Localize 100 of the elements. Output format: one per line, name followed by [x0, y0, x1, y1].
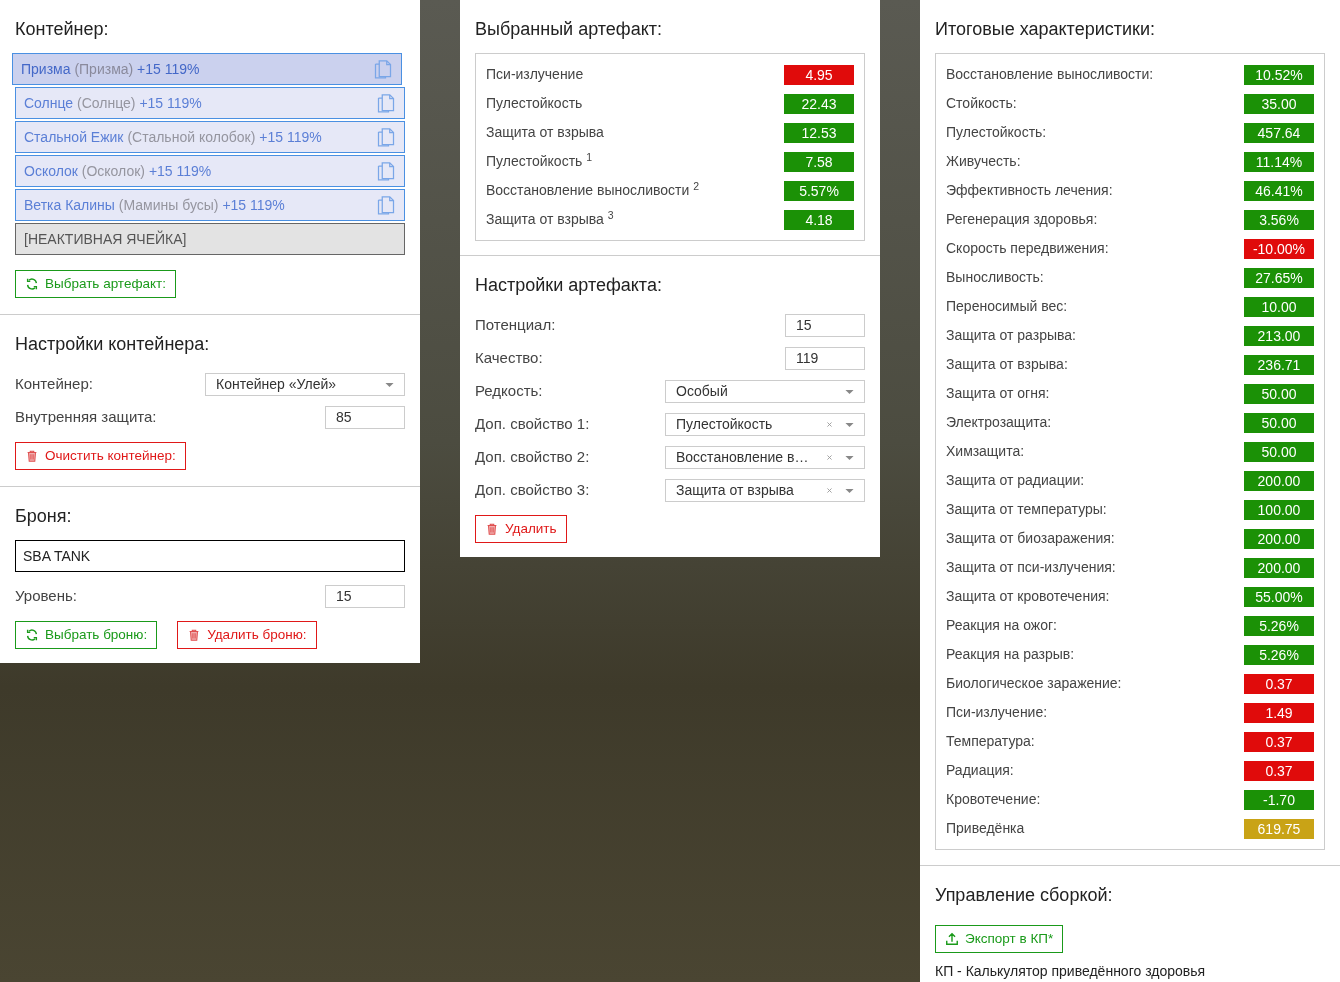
section-title: Итоговые характеристики:: [935, 18, 1156, 41]
stat-value: 4.95: [784, 64, 854, 85]
number-field[interactable]: 85: [325, 406, 405, 429]
stat-label: Переносимый вес:: [946, 297, 1068, 316]
trash-icon: [25, 449, 39, 463]
stat-value: 7.58: [784, 151, 854, 172]
field-label: Контейнер:: [15, 374, 93, 395]
stat-value: 100.00: [1244, 499, 1314, 520]
copy-icon: [373, 59, 393, 79]
stat-label: Восстановление выносливости:: [946, 65, 1154, 84]
choose-button[interactable]: Выбрать броню:: [15, 621, 158, 649]
stat-value: 46.41%: [1244, 180, 1314, 201]
stat-value: 5.26%: [1244, 615, 1314, 636]
stat-value: 0.37: [1244, 731, 1314, 752]
refresh-icon: [25, 277, 39, 291]
stat-label: Биологическое заражение:: [946, 674, 1122, 693]
stat-value: 619.75: [1244, 818, 1314, 839]
copy-icon: [376, 93, 396, 113]
stat-label: Защита от разрыва:: [946, 326, 1076, 345]
stat-value: 50.00: [1244, 383, 1314, 404]
artifact-slot[interactable]: Стальной Ежик (Стальной колобок) +15 119%: [15, 121, 405, 153]
number-field[interactable]: 15: [785, 314, 865, 337]
delete-button[interactable]: Удалить: [475, 515, 567, 543]
stat-label: Пси-излучение:: [946, 703, 1048, 722]
stat-value: 35.00: [1244, 93, 1314, 114]
stat-value: 3.56%: [1244, 209, 1314, 230]
stat-value: 5.26%: [1244, 644, 1314, 665]
copy-icon: [376, 127, 396, 147]
stat-value: 22.43: [784, 93, 854, 114]
stat-value: 1.49: [1244, 702, 1314, 723]
stat-value: 200.00: [1244, 557, 1314, 578]
refresh-icon: [25, 628, 39, 642]
stat-label: Реакция на разрыв:: [946, 645, 1075, 664]
stat-label: Пулестойкость $^{1}$: [486, 151, 593, 171]
stat-label: Температура:: [946, 732, 1035, 751]
section-title: Настройки контейнера:: [15, 333, 211, 356]
stat-label: Эффективность лечения:: [946, 181, 1113, 200]
armor-field[interactable]: SBA TANK: [15, 540, 405, 572]
section-title: Контейнер:: [15, 18, 110, 41]
stat-value: -10.00%: [1244, 238, 1314, 259]
artifact-slot[interactable]: Ветка Калины (Мамины бусы) +15 119%: [15, 189, 405, 221]
delete-button[interactable]: Очистить контейнер:: [15, 442, 186, 470]
section-title: Выбранный артефакт:: [475, 18, 663, 41]
stat-label: Электрозащита:: [946, 413, 1052, 432]
dropdown[interactable]: Пулестойкость: [665, 413, 865, 436]
stat-label: Реакция на ожог:: [946, 616, 1057, 635]
number-field[interactable]: 15: [325, 585, 405, 608]
slot-label: Солнце (Солнце) +15 119%: [24, 93, 202, 113]
copy-icon: [376, 195, 396, 215]
number-field[interactable]: 119: [785, 347, 865, 370]
field-label: Уровень:: [15, 586, 77, 607]
stat-label: Выносливость:: [946, 268, 1044, 287]
stat-value: 0.37: [1244, 673, 1314, 694]
stat-value: 200.00: [1244, 528, 1314, 549]
slot-label: Стальной Ежик (Стальной колобок) +15 119%: [24, 127, 322, 147]
stat-value: 50.00: [1244, 441, 1314, 462]
stat-label: Защита от пси-излучения:: [946, 558, 1116, 577]
clear-icon: [824, 419, 835, 430]
delete-button[interactable]: Удалить броню:: [177, 621, 317, 649]
clear-icon: [824, 452, 835, 463]
stat-value: 10.00: [1244, 296, 1314, 317]
stat-value: 50.00: [1244, 412, 1314, 433]
stat-label: Защита от кровотечения:: [946, 587, 1110, 606]
artifact-slot[interactable]: Осколок (Осколок) +15 119%: [15, 155, 405, 187]
stat-label: Скорость передвижения:: [946, 239, 1109, 258]
section-title: Управление сборкой:: [935, 884, 1114, 907]
stat-value: 10.52%: [1244, 64, 1314, 85]
stat-label: Пулестойкость: [486, 94, 583, 113]
dropdown[interactable]: Контейнер «Улей»: [205, 373, 405, 396]
stat-value: 5.57%: [784, 180, 854, 201]
stat-label: Приведёнка: [946, 819, 1025, 838]
stat-label: Защита от взрыва: [486, 123, 604, 142]
copy-icon: [376, 161, 396, 181]
stat-value: 27.65%: [1244, 267, 1314, 288]
dropdown[interactable]: Особый: [665, 380, 865, 403]
stat-label: Радиация:: [946, 761, 1014, 780]
field-label: Внутренняя защита:: [15, 407, 157, 428]
stat-label: Регенерация здоровья:: [946, 210, 1098, 229]
artifact-slot[interactable]: Солнце (Солнце) +15 119%: [15, 87, 405, 119]
stat-value: 0.37: [1244, 760, 1314, 781]
stat-label: Пси-излучение: [486, 65, 584, 84]
slot-label: Призма (Призма) +15 119%: [21, 59, 200, 79]
clear-icon: [824, 485, 835, 496]
artifact-slot[interactable]: Призма (Призма) +15 119%: [12, 53, 402, 85]
export-button[interactable]: Экспорт в КП*: [935, 925, 1064, 953]
dropdown[interactable]: Защита от взрыва: [665, 479, 865, 502]
field-label: Доп. свойство 1:: [475, 414, 590, 435]
stat-value: 236.71: [1244, 354, 1314, 375]
trash-icon: [485, 522, 499, 536]
stat-label: Защита от температуры:: [946, 500, 1107, 519]
slot-label: Ветка Калины (Мамины бусы) +15 119%: [24, 195, 285, 215]
field-label: Редкость:: [475, 381, 543, 402]
stat-value: 200.00: [1244, 470, 1314, 491]
dropdown[interactable]: Восстановление в…: [665, 446, 865, 469]
stat-label: Живучесть:: [946, 152, 1021, 171]
stat-value: 55.00%: [1244, 586, 1314, 607]
choose-button[interactable]: Выбрать артефакт:: [15, 270, 176, 298]
field-label: Доп. свойство 3:: [475, 480, 590, 501]
section-title: Настройки артефакта:: [475, 274, 663, 297]
field-label: Доп. свойство 2:: [475, 447, 590, 468]
